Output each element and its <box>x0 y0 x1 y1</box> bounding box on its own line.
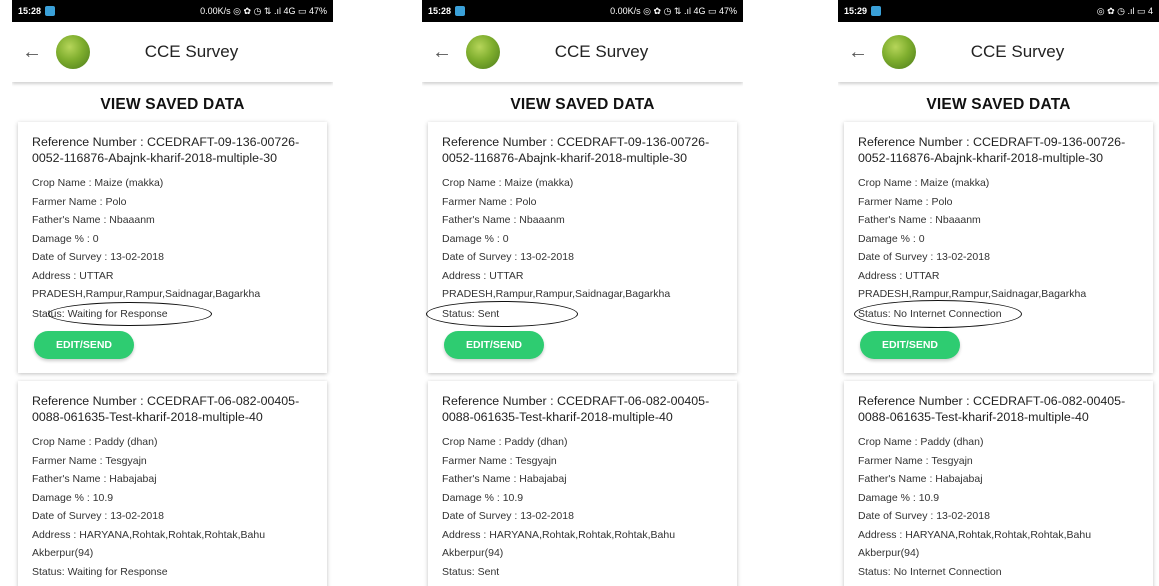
father-name: Father's Name : Nbaaanm <box>32 214 155 226</box>
reference-number: Reference Number : CCEDRAFT-09-136-00726… <box>442 135 710 165</box>
app-logo <box>56 35 90 69</box>
system-indicators: 0.00K/s ◎ ✿ ◷ ⇅ .ıl 4G ▭ 47% <box>610 5 737 16</box>
damage-percent: Damage % : 0 <box>32 232 99 245</box>
father-name: Father's Name : Habajabaj <box>442 473 567 485</box>
page-heading: VIEW SAVED DATA <box>100 96 245 113</box>
back-arrow-icon[interactable]: ← <box>22 41 48 64</box>
survey-date: Date of Survey : 13-02-2018 <box>858 510 990 522</box>
phone-screen-waiting: 15:28 0.00K/s ◎ ✿ ◷ ⇅ .ıl 4G ▭ 47% ← CCE… <box>12 0 333 586</box>
father-name: Father's Name : Habajabaj <box>32 473 157 485</box>
highlight-ellipse <box>48 301 212 326</box>
survey-card: Reference Number : CCEDRAFT-09-136-00726… <box>844 122 1153 373</box>
back-arrow-icon[interactable]: ← <box>848 41 874 64</box>
back-arrow-icon[interactable]: ← <box>432 41 458 64</box>
crop-name: Crop Name : Maize (makka) <box>858 177 990 189</box>
reference-number: Reference Number : CCEDRAFT-09-136-00726… <box>858 135 1126 165</box>
status-bar: 15:28 0.00K/s ◎ ✿ ◷ ⇅ .ıl 4G ▭ 47% <box>12 0 333 22</box>
notification-icon <box>45 6 56 16</box>
page-heading: VIEW SAVED DATA <box>926 96 1071 113</box>
edit-send-button[interactable]: EDIT/SEND <box>34 331 134 359</box>
page-heading: VIEW SAVED DATA <box>510 96 655 113</box>
system-indicators: ◎ ✿ ◷ .ıl ▭ 4 <box>1096 5 1153 16</box>
highlight-ellipse <box>426 300 578 327</box>
damage-percent: Damage % : 10.9 <box>442 491 524 504</box>
clock: 15:28 <box>428 6 452 16</box>
highlight-ellipse <box>854 299 1022 328</box>
status-bar: 15:28 0.00K/s ◎ ✿ ◷ ⇅ .ıl 4G ▭ 47% <box>422 0 743 22</box>
edit-send-button[interactable]: EDIT/SEND <box>860 331 960 359</box>
phone-screen-sent: 15:28 0.00K/s ◎ ✿ ◷ ⇅ .ıl 4G ▭ 47% ← CCE… <box>422 0 743 586</box>
survey-date: Date of Survey : 13-02-2018 <box>32 510 164 522</box>
app-bar: ← CCE Survey <box>12 22 333 82</box>
farmer-name: Farmer Name : Tesgyajn <box>858 454 973 467</box>
clock: 15:28 <box>18 6 42 16</box>
address: Address : UTTAR PRADESH,Rampur,Rampur,Sa… <box>858 269 1087 301</box>
status-text: Status: No Internet Connection <box>858 565 1002 578</box>
status-bar: 15:29 ◎ ✿ ◷ .ıl ▭ 4 <box>838 0 1159 22</box>
address: Address : UTTAR PRADESH,Rampur,Rampur,Sa… <box>32 269 261 301</box>
reference-number: Reference Number : CCEDRAFT-06-082-00405… <box>858 394 1126 424</box>
crop-name: Crop Name : Paddy (dhan) <box>442 436 568 448</box>
farmer-name: Farmer Name : Polo <box>442 195 537 208</box>
reference-number: Reference Number : CCEDRAFT-06-082-00405… <box>442 394 710 424</box>
survey-card: Reference Number : CCEDRAFT-06-082-00405… <box>844 381 1153 586</box>
status-text-wrap: Status: Sent <box>426 300 578 327</box>
crop-name: Crop Name : Paddy (dhan) <box>858 436 984 448</box>
clock: 15:29 <box>844 6 868 16</box>
crop-name: Crop Name : Maize (makka) <box>442 177 574 189</box>
app-title: CCE Survey <box>554 42 649 61</box>
app-logo <box>882 35 916 69</box>
address: Address : HARYANA,Rohtak,Rohtak,Rohtak,B… <box>442 528 676 560</box>
app-title: CCE Survey <box>144 42 239 61</box>
survey-date: Date of Survey : 13-02-2018 <box>858 251 990 263</box>
crop-name: Crop Name : Maize (makka) <box>32 177 164 189</box>
status-text: Status: Sent <box>442 565 500 578</box>
farmer-name: Farmer Name : Tesgyajn <box>32 454 147 467</box>
address: Address : HARYANA,Rohtak,Rohtak,Rohtak,B… <box>858 528 1092 560</box>
address: Address : UTTAR PRADESH,Rampur,Rampur,Sa… <box>442 269 671 301</box>
address: Address : HARYANA,Rohtak,Rohtak,Rohtak,B… <box>32 528 266 560</box>
survey-card: Reference Number : CCEDRAFT-09-136-00726… <box>426 122 737 373</box>
phone-screen-no-internet: 15:29 ◎ ✿ ◷ .ıl ▭ 4 ← CCE Survey VIEW SA… <box>838 0 1159 586</box>
app-title: CCE Survey <box>970 42 1065 61</box>
reference-number: Reference Number : CCEDRAFT-06-082-00405… <box>32 394 300 424</box>
damage-percent: Damage % : 10.9 <box>858 491 940 504</box>
survey-card: Reference Number : CCEDRAFT-06-082-00405… <box>428 381 737 586</box>
damage-percent: Damage % : 0 <box>858 232 925 245</box>
status-text: Status: Waiting for Response <box>32 565 168 578</box>
app-bar: ← CCE Survey <box>838 22 1159 82</box>
survey-card: Reference Number : CCEDRAFT-09-136-00726… <box>18 122 327 373</box>
damage-percent: Damage % : 0 <box>442 232 509 245</box>
damage-percent: Damage % : 10.9 <box>32 491 114 504</box>
father-name: Father's Name : Nbaaanm <box>858 214 981 226</box>
app-bar: ← CCE Survey <box>422 22 743 82</box>
father-name: Father's Name : Nbaaanm <box>442 214 565 226</box>
status-text-wrap: Status: Waiting for Response <box>32 301 212 326</box>
father-name: Father's Name : Habajabaj <box>858 473 983 485</box>
farmer-name: Farmer Name : Tesgyajn <box>442 454 557 467</box>
notification-icon <box>871 6 882 16</box>
system-indicators: 0.00K/s ◎ ✿ ◷ ⇅ .ıl 4G ▭ 47% <box>200 5 327 16</box>
survey-card: Reference Number : CCEDRAFT-06-082-00405… <box>18 381 327 586</box>
notification-icon <box>455 6 466 16</box>
farmer-name: Farmer Name : Polo <box>32 195 127 208</box>
survey-date: Date of Survey : 13-02-2018 <box>442 510 574 522</box>
survey-date: Date of Survey : 13-02-2018 <box>442 251 574 263</box>
status-text-wrap: Status: No Internet Connection <box>854 299 1022 328</box>
crop-name: Crop Name : Paddy (dhan) <box>32 436 158 448</box>
app-logo <box>466 35 500 69</box>
farmer-name: Farmer Name : Polo <box>858 195 953 208</box>
reference-number: Reference Number : CCEDRAFT-09-136-00726… <box>32 135 300 165</box>
survey-date: Date of Survey : 13-02-2018 <box>32 251 164 263</box>
edit-send-button[interactable]: EDIT/SEND <box>444 331 544 359</box>
